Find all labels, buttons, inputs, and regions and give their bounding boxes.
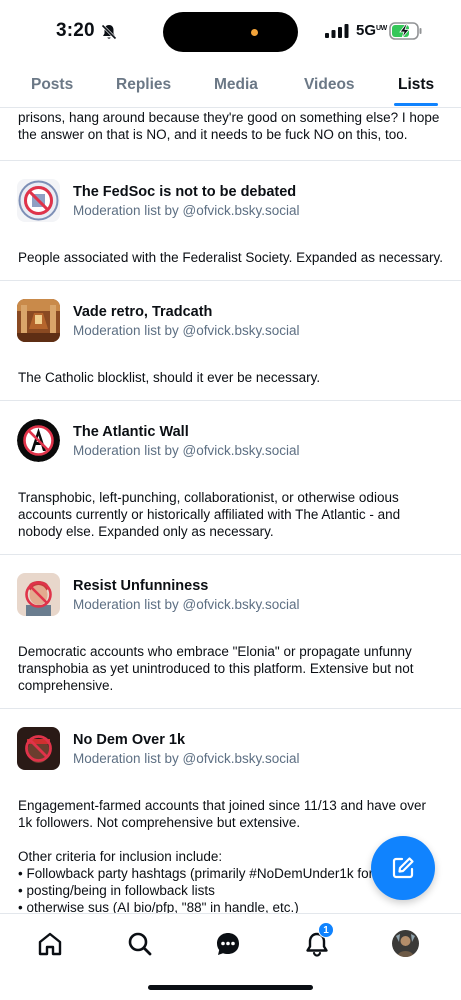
- tab-videos[interactable]: Videos: [304, 76, 355, 94]
- active-tab-indicator: [394, 103, 438, 106]
- list-description: People associated with the Federalist So…: [18, 250, 443, 265]
- list-description: Democratic accounts who embrace "Elonia"…: [18, 644, 414, 693]
- list-name: No Dem Over 1k: [73, 732, 186, 748]
- list-item[interactable]: The Atlantic Wall Moderation list by @of…: [0, 400, 461, 554]
- list-meta[interactable]: Moderation list by @ofvick.bsky.social: [73, 443, 300, 458]
- tab-posts[interactable]: Posts: [31, 76, 73, 94]
- bell-muted-icon: [101, 24, 117, 40]
- network-suffix: UW: [376, 25, 387, 32]
- list-item[interactable]: Vade retro, Tradcath Moderation list by …: [0, 280, 461, 400]
- list-name: The FedSoc is not to be debated: [73, 184, 297, 200]
- list-avatar-person: [17, 573, 60, 616]
- network-type: 5GUW: [356, 22, 387, 39]
- list-avatar-dark: [17, 727, 60, 770]
- list-item[interactable]: Resist Unfunniness Moderation list by @o…: [0, 554, 461, 708]
- list-item[interactable]: The FedSoc is not to be debated Moderati…: [0, 160, 461, 280]
- tab-replies[interactable]: Replies: [116, 76, 171, 94]
- list-name: The Atlantic Wall: [73, 424, 189, 440]
- profile-avatar[interactable]: [392, 930, 419, 957]
- list-item-truncated[interactable]: rendition (which Assad collaborated with…: [0, 108, 461, 160]
- list-description: The Catholic blocklist, should it ever b…: [18, 370, 321, 385]
- network-label: 5G: [356, 22, 377, 39]
- home-indicator: [148, 985, 313, 990]
- compose-icon: [392, 857, 414, 879]
- battery-charging-icon: [389, 22, 422, 40]
- list-name: Vade retro, Tradcath: [73, 304, 213, 320]
- list-avatar-church: [17, 299, 60, 342]
- list-avatar-atlantic: [17, 419, 60, 462]
- tab-lists[interactable]: Lists: [398, 76, 434, 94]
- list-avatar-fedsoc: [17, 179, 60, 222]
- list-meta[interactable]: Moderation list by @ofvick.bsky.social: [73, 597, 300, 612]
- list-meta[interactable]: Moderation list by @ofvick.bsky.social: [73, 323, 300, 338]
- dynamic-island: [163, 12, 298, 52]
- status-time: 3:20: [56, 20, 95, 41]
- lists-feed[interactable]: rendition (which Assad collaborated with…: [0, 108, 461, 913]
- profile-tabs: Posts Replies Media Videos Lists: [0, 62, 461, 108]
- status-bar: 3:20 5GUW: [0, 0, 461, 62]
- list-meta[interactable]: Moderation list by @ofvick.bsky.social: [73, 751, 300, 766]
- chat-icon[interactable]: [214, 930, 242, 958]
- home-icon[interactable]: [36, 930, 64, 958]
- list-description: Transphobic, left-punching, collaboratio…: [18, 490, 401, 539]
- privacy-indicator-dot: [251, 29, 258, 36]
- list-name: Resist Unfunniness: [73, 578, 209, 594]
- search-icon[interactable]: [126, 930, 154, 958]
- list-meta[interactable]: Moderation list by @ofvick.bsky.social: [73, 203, 300, 218]
- notification-badge: 1: [318, 922, 334, 938]
- cellular-signal-icon: [325, 24, 349, 38]
- list-description: rendition (which Assad collaborated with…: [18, 110, 440, 142]
- compose-button[interactable]: [371, 836, 435, 900]
- tab-media[interactable]: Media: [214, 76, 258, 94]
